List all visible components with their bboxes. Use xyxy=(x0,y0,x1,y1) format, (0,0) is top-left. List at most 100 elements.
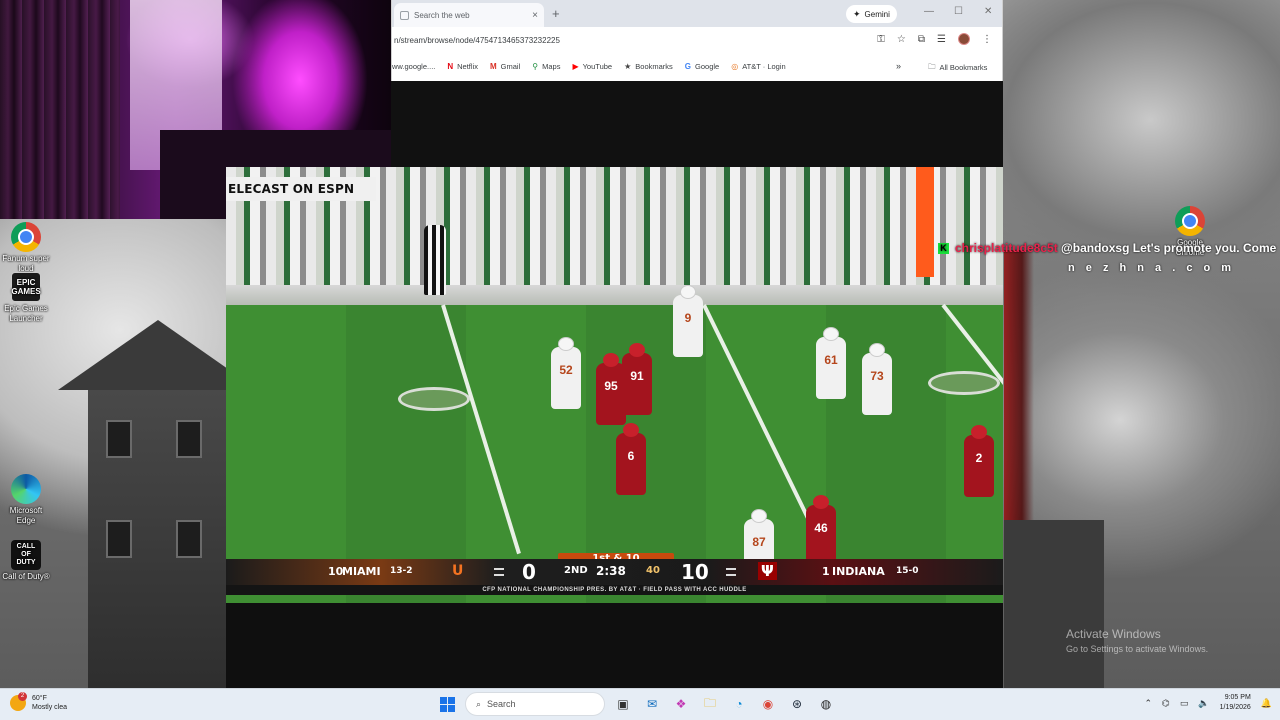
bookmark-youtube[interactable]: ▶ YouTube xyxy=(572,62,612,71)
bookmark-label: Maps xyxy=(542,62,561,71)
bookmark-bookmarks[interactable]: ★ Bookmarks xyxy=(624,62,673,71)
video-referee xyxy=(424,225,446,295)
bookmark-label: Google xyxy=(695,62,720,71)
weather-description: Mostly clea xyxy=(32,704,68,711)
desktop-icon-fanum[interactable]: Fanum super loud xyxy=(0,222,52,274)
bookmark-label: Bookmarks xyxy=(635,62,673,71)
chrome-icon xyxy=(1175,206,1205,236)
away-score: 0 xyxy=(522,560,536,584)
steam-icon[interactable]: ⊛ xyxy=(786,692,808,716)
profile-avatar-icon[interactable] xyxy=(958,33,970,45)
home-timeouts xyxy=(726,568,736,576)
chat-username: chrisplatitude8c5t xyxy=(955,241,1058,255)
video-player-letterbox-top xyxy=(391,81,1003,167)
taskbar-apps: ⌕ Search ▣ ✉ ❖ 🗀 ◔ ◉ ⊛ ◍ xyxy=(436,692,837,716)
gemini-button[interactable]: ✦ Gemini xyxy=(846,5,897,23)
copilot-icon[interactable]: ❖ xyxy=(670,692,692,716)
tab-search-the-web[interactable]: Search the web × xyxy=(394,3,544,27)
epic-games-icon: EPIC GAMES xyxy=(11,272,41,302)
chrome-taskbar-icon[interactable]: ◉ xyxy=(757,692,779,716)
all-bookmarks-label: All Bookmarks xyxy=(939,63,988,72)
bookmark-att-login[interactable]: ◎ AT&T · Login xyxy=(731,62,785,71)
weather-widget[interactable]: 2 60°F Mostly clea xyxy=(10,692,68,712)
home-score: 10 xyxy=(681,560,709,584)
bookmarks-overflow-icon[interactable]: » xyxy=(896,61,901,71)
wallpaper-pavilion xyxy=(1004,520,1104,688)
notifications-icon[interactable]: 🔔 xyxy=(1261,698,1272,709)
password-key-icon[interactable]: ⚿ xyxy=(877,34,885,45)
close-window-button[interactable]: ✕ xyxy=(984,6,992,17)
system-tray: ⌃ ⌬ ▭ 🔈 9:05 PM 1/19/2026 🔔 xyxy=(1144,693,1272,713)
scorebug: 10 MIAMI 13-2 U 0 2ND 2:38 40 10 Ψ 1 IND… xyxy=(226,559,1003,585)
cast-icon[interactable]: ⧉ xyxy=(918,34,925,45)
address-bar[interactable]: n/stream/browse/node/4754713465373232225… xyxy=(392,27,1002,53)
minimize-button[interactable]: — xyxy=(924,6,934,17)
toolbar-icons: ⚿ ☆ ⧉ ☰ ⋮ xyxy=(877,33,992,45)
taskbar-clock[interactable]: 9:05 PM 1/19/2026 xyxy=(1220,693,1251,713)
gmail-icon: M xyxy=(489,62,497,71)
bookmark-google-site[interactable]: ww.google.... xyxy=(392,62,435,71)
desktop-icon-call-of-duty[interactable]: CALL OF DUTY Call of Duty® xyxy=(0,540,52,582)
bookmark-netflix[interactable]: N Netflix xyxy=(447,62,478,71)
att-icon: ◎ xyxy=(731,62,739,71)
video-player-letterbox-bottom xyxy=(226,603,1003,688)
display-icon[interactable]: ▭ xyxy=(1180,698,1189,709)
bookmarks-bar: ww.google.... N Netflix M Gmail ⚲ Maps ▶… xyxy=(392,53,1002,80)
desktop-icon-label: Fanum super loud xyxy=(2,254,50,273)
volume-icon[interactable]: 🔈 xyxy=(1198,698,1209,709)
desktop-icon-label: Epic Games Launcher xyxy=(4,304,48,323)
obs-icon[interactable]: ◍ xyxy=(815,692,837,716)
all-bookmarks-button[interactable]: 🗀 All Bookmarks xyxy=(928,61,987,74)
outlook-icon[interactable]: ✉ xyxy=(641,692,663,716)
game-clock: 2:38 xyxy=(596,564,626,578)
away-record: 13-2 xyxy=(390,566,413,576)
bookmark-gmail[interactable]: M Gmail xyxy=(490,62,520,71)
home-team-name: INDIANA xyxy=(832,565,885,578)
netflix-icon: N xyxy=(447,62,454,71)
browser-window: Search the web × + ✦ Gemini — ☐ ✕ n/stre… xyxy=(391,0,1003,81)
star-icon: ★ xyxy=(624,62,632,71)
video-player[interactable]: 52 95 91 6 9 61 73 87 46 2 ELECAST ON ES… xyxy=(226,167,1003,603)
video-player-jersey: 73 xyxy=(862,343,892,415)
kick-logo-icon: K xyxy=(938,243,949,255)
tab-close-icon[interactable]: × xyxy=(532,10,538,21)
task-view-icon[interactable]: ▣ xyxy=(612,692,634,716)
desktop-icon-epic-games[interactable]: EPIC GAMES Epic Games Launcher xyxy=(0,272,52,324)
taskbar-search[interactable]: ⌕ Search xyxy=(465,692,605,716)
espn-telecast-banner: ELECAST ON ESPN xyxy=(226,177,376,201)
tray-overflow-chevron-icon[interactable]: ⌃ xyxy=(1144,698,1152,709)
video-player-jersey: 46 xyxy=(806,495,836,567)
start-button[interactable] xyxy=(436,692,458,716)
weather-temperature: 60°F xyxy=(32,695,47,702)
bookmark-label: AT&T · Login xyxy=(742,62,786,71)
play-clock: 40 xyxy=(646,565,660,576)
home-rank: 1 xyxy=(822,565,830,578)
maximize-button[interactable]: ☐ xyxy=(954,6,963,17)
file-explorer-icon[interactable]: 🗀 xyxy=(699,692,721,716)
bookmark-star-icon[interactable]: ☆ xyxy=(897,34,906,45)
taskbar-search-label: Search xyxy=(487,699,516,709)
video-sideline xyxy=(226,285,1003,305)
menu-kebab-icon[interactable]: ⋮ xyxy=(982,34,992,45)
video-player-jersey: 91 xyxy=(622,343,652,415)
video-player-jersey: 2 xyxy=(964,425,994,497)
video-field-logo xyxy=(928,371,1000,395)
chrome-icon xyxy=(11,222,41,252)
gemini-label: Gemini xyxy=(864,9,890,19)
url-text[interactable]: n/stream/browse/node/4754713465373232225 xyxy=(394,36,560,45)
bookmark-label: Netflix xyxy=(457,62,478,71)
bookmark-google[interactable]: G Google xyxy=(685,62,719,71)
media-controls-icon[interactable]: ☰ xyxy=(937,34,946,45)
new-tab-button[interactable]: + xyxy=(552,6,560,21)
activate-windows-watermark: Activate Windows Go to Settings to activ… xyxy=(1066,627,1208,654)
desktop-icon-label: Call of Duty® xyxy=(2,572,50,581)
tab-bar: Search the web × + ✦ Gemini — ☐ ✕ xyxy=(392,0,1002,27)
video-player-jersey: 61 xyxy=(816,327,846,399)
network-icon[interactable]: ⌬ xyxy=(1162,698,1170,709)
bookmark-maps[interactable]: ⚲ Maps xyxy=(532,62,560,71)
video-player-jersey: 9 xyxy=(673,285,703,357)
bookmark-label: ww.google.... xyxy=(392,62,436,71)
folder-icon: 🗀 xyxy=(928,62,936,71)
edge-taskbar-icon[interactable]: ◔ xyxy=(728,692,750,716)
desktop-icon-edge[interactable]: Microsoft Edge xyxy=(0,474,52,526)
